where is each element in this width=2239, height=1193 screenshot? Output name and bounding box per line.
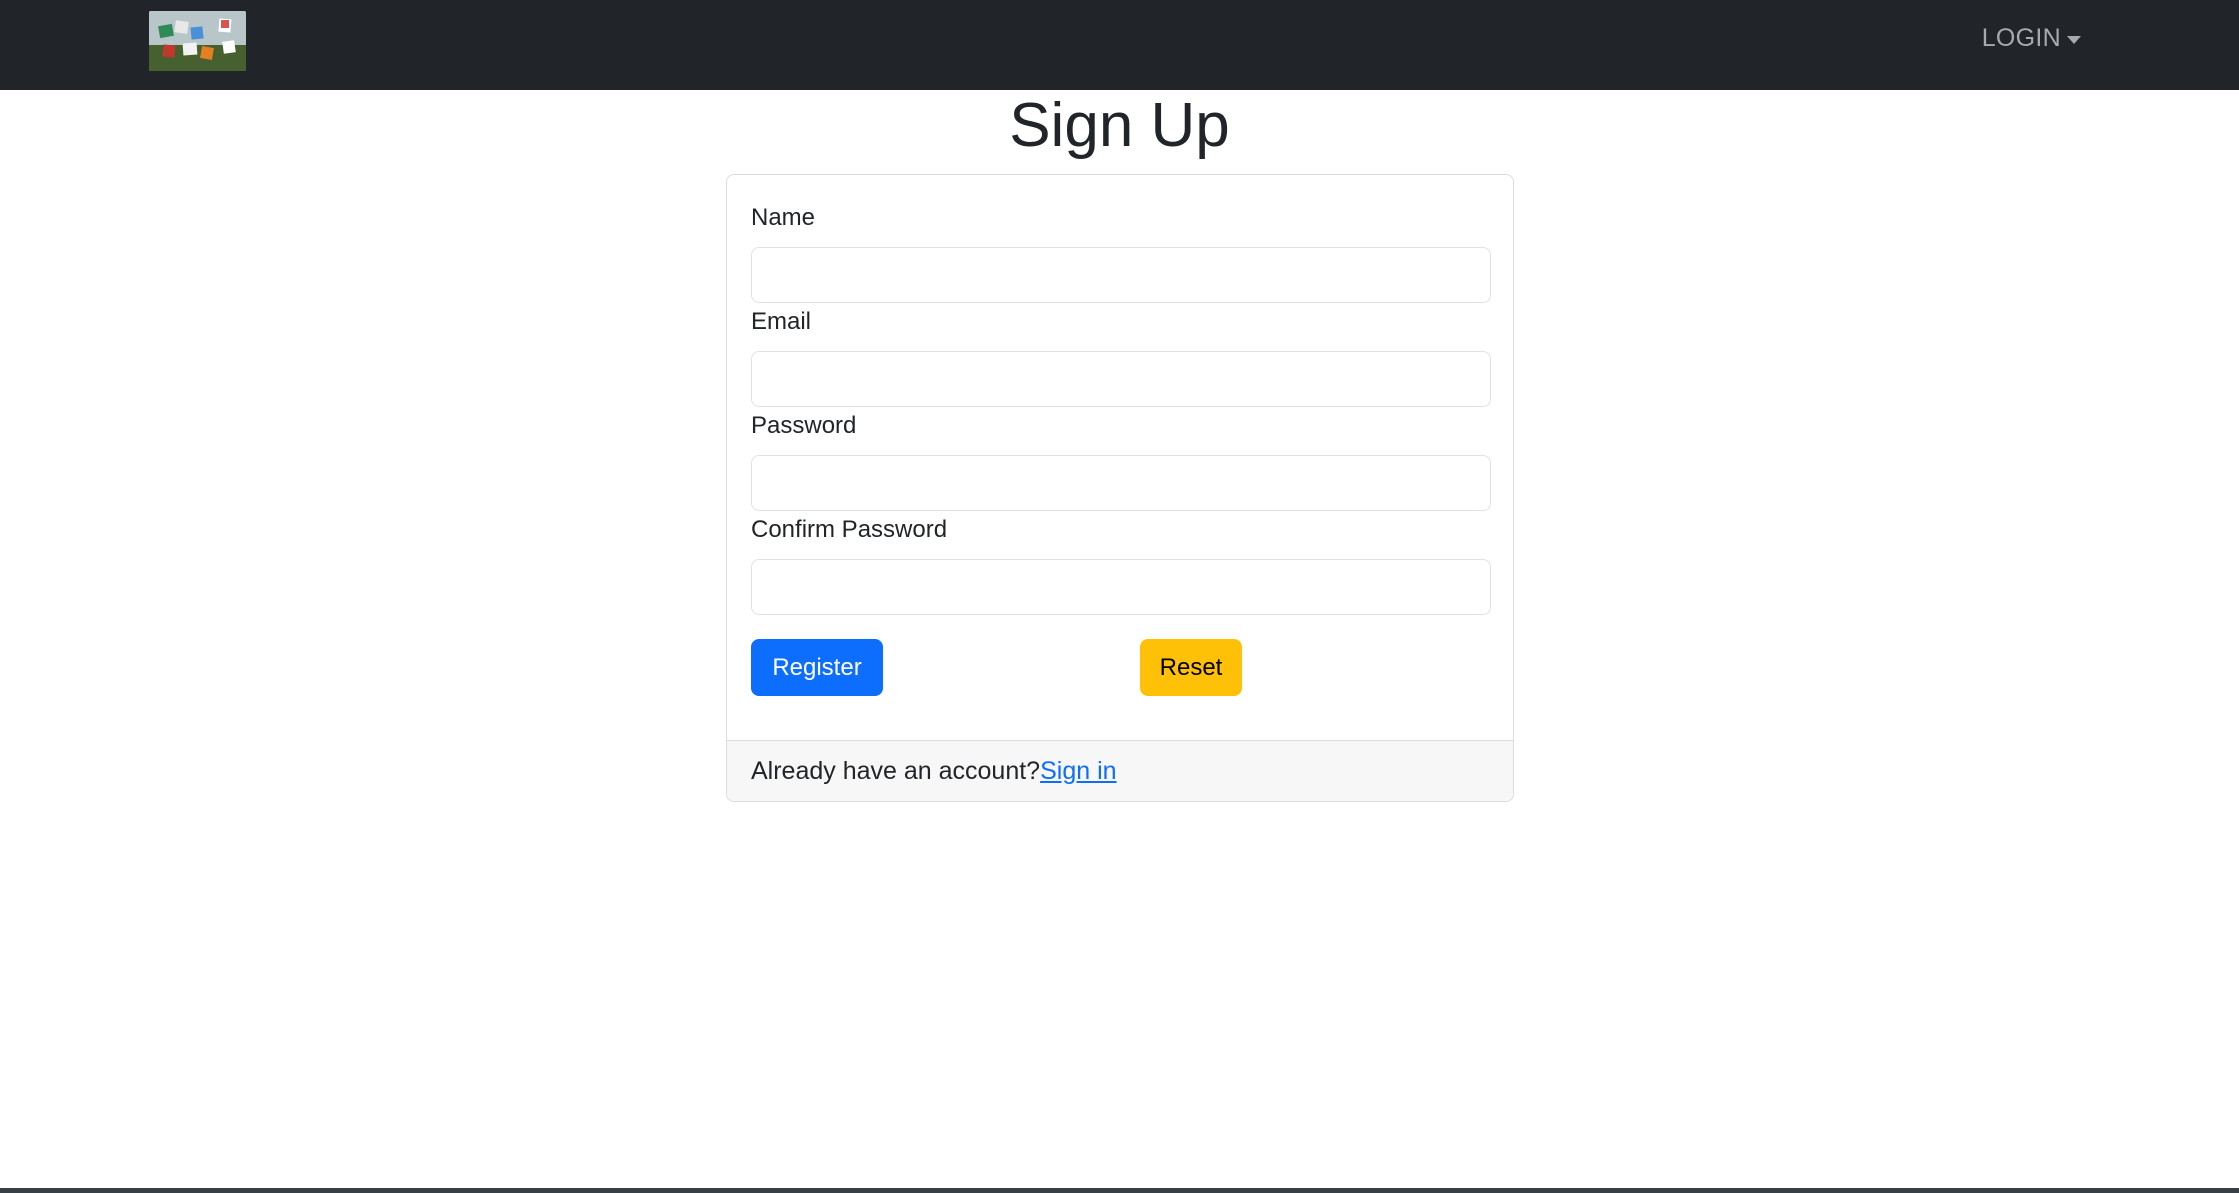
brand-logo[interactable] <box>149 11 246 71</box>
card-footer: Already have an account? Sign in <box>727 740 1513 801</box>
name-label: Name <box>751 204 816 231</box>
password-label: Password <box>751 412 857 439</box>
bottom-bar <box>0 1188 2239 1193</box>
sign-in-link[interactable]: Sign in <box>1040 757 1116 786</box>
register-button[interactable]: Register <box>751 639 883 696</box>
logo-image-icon <box>149 11 246 71</box>
confirm-password-input[interactable] <box>751 559 1491 615</box>
signup-card: Name Email Password Confirm Password Reg… <box>726 174 1514 802</box>
password-input[interactable] <box>751 455 1491 511</box>
login-label: LOGIN <box>1981 24 2061 52</box>
confirm-password-label: Confirm Password <box>751 516 948 543</box>
page-title: Sign Up <box>1009 91 1230 160</box>
email-input[interactable] <box>751 351 1491 407</box>
reset-button[interactable]: Reset <box>1140 639 1242 696</box>
account-prompt-text: Already have an account? <box>751 756 1041 785</box>
caret-down-icon <box>2067 35 2081 44</box>
top-navbar: LOGIN <box>0 0 2239 90</box>
email-label: Email <box>751 308 812 335</box>
login-dropdown[interactable]: LOGIN <box>1982 24 2081 53</box>
name-input[interactable] <box>751 247 1491 303</box>
